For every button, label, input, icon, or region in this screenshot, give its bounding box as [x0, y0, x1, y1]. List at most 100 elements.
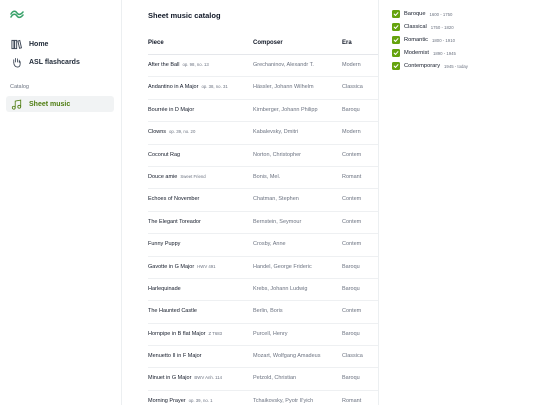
filter-label: Modernist: [404, 50, 429, 56]
piece-title: Hornpipe in B flat Major: [148, 330, 206, 337]
piece-cell: Funny Puppy: [148, 241, 183, 247]
table-row[interactable]: Minuet in G Major BWV Anh. 114 Petzold, Ch…: [148, 368, 378, 391]
hand-icon: [10, 56, 22, 68]
table-row[interactable]: Funny Puppy Crosby, Anne Contem: [148, 234, 378, 257]
column-header-piece[interactable]: Piece: [148, 40, 164, 46]
table-row[interactable]: Harlequinade Krebs, Johann Ludwig Baroqu: [148, 279, 378, 302]
era-filter-baroque[interactable]: Baroque 1600 - 1750: [392, 9, 452, 19]
sidebar-item-sheet-music[interactable]: Sheet music: [6, 96, 114, 112]
checkbox-checked-icon[interactable]: [392, 23, 400, 31]
filter-label: Baroque: [404, 11, 426, 17]
piece-title: The Haunted Castle: [148, 308, 197, 315]
table-body: After the Ball op. 98, no. 13 Grechaninov,…: [148, 55, 378, 405]
era-cell: Contem: [342, 196, 362, 203]
piece-opus: op. 98, no. 13: [182, 62, 209, 67]
table-row[interactable]: Clowns op. 39, no. 20 Kabalevsky, Dmitri Mo…: [148, 122, 378, 145]
filter-label: Classical: [404, 24, 427, 30]
era-cell: Baroqu: [342, 375, 360, 382]
piece-title: Coconut Rag: [148, 151, 181, 158]
column-header-composer[interactable]: Composer: [253, 40, 283, 46]
piece-title: The Elegant Toreador: [148, 218, 201, 225]
piece-cell: After the Ball op. 98, no. 13: [148, 62, 209, 68]
checkbox-checked-icon[interactable]: [392, 36, 400, 44]
composer-cell: Kabalevsky, Dmitri: [253, 129, 299, 136]
composer-cell: Norton, Christopher: [253, 151, 301, 158]
filter-years: 1945 - today: [444, 63, 468, 69]
piece-title: Clowns: [148, 129, 167, 136]
piece-cell: Coconut Rag: [148, 152, 183, 158]
piece-opus: BWV Anh. 114: [194, 375, 223, 381]
era-cell: Classica: [342, 353, 363, 360]
table-row[interactable]: Hornpipe in B flat Major Z T683 Purcell, H…: [148, 324, 378, 347]
piece-title: Menuetto II in F Major: [148, 353, 202, 360]
table-row[interactable]: The Haunted Castle Berlin, Boris Contem: [148, 301, 378, 324]
table-row[interactable]: After the Ball op. 98, no. 13 Grechaninov,…: [148, 55, 378, 78]
table-row[interactable]: Echoes of November Chatman, Stephen Contem: [148, 189, 378, 212]
table-header: Piece Composer Era: [148, 33, 378, 55]
table-row[interactable]: The Elegant Toreador Bernstein, Seymour Co…: [148, 212, 378, 235]
piece-title: After the Ball: [148, 62, 180, 68]
era-cell: Contem: [342, 218, 362, 225]
music-note-icon: [10, 98, 22, 110]
piece-opus: Sweet Friend: [180, 173, 206, 179]
table-row[interactable]: Andantino in A Major op. 38, no. 31 Hässle…: [148, 77, 378, 100]
era-cell: Baroqu: [342, 106, 360, 113]
piece-cell: Hornpipe in B flat Major Z T683: [148, 331, 222, 337]
piece-cell: Morning Prayer op. 39, no. 1: [148, 398, 213, 404]
composer-cell: Bonis, Mel.: [253, 173, 281, 180]
piece-title: Bourrée in D Major: [148, 106, 195, 113]
piece-cell: The Haunted Castle: [148, 308, 200, 314]
filter-years: 1600 - 1750: [429, 11, 453, 17]
piece-title: Gavotte in G Major: [148, 263, 195, 270]
table-row[interactable]: Menuetto II in F Major Mozart, Wolfgang A…: [148, 346, 378, 369]
piece-title: Harlequinade: [148, 285, 181, 292]
piece-cell: Bourrée in D Major: [148, 107, 197, 113]
piece-opus: Z T683: [208, 330, 223, 336]
piece-cell: Harlequinade: [148, 286, 184, 292]
filter-years: 1800 - 1910: [432, 37, 455, 43]
main-content: Sheet music catalog Piece Composer Era A…: [122, 0, 378, 405]
piece-cell: The Elegant Toreador: [148, 219, 204, 225]
checkbox-checked-icon[interactable]: [392, 62, 400, 70]
sidebar-item-asl-flashcards[interactable]: ASL flashcards: [6, 54, 114, 70]
era-filter-romantic[interactable]: Romantic 1800 - 1910: [392, 35, 455, 45]
sidebar-item-label: Home: [29, 40, 49, 48]
era-cell: Modern: [342, 62, 361, 68]
era-cell: Baroqu: [342, 263, 360, 270]
composer-cell: Bernstein, Seymour: [253, 218, 302, 225]
tailwind-wave-logo[interactable]: [10, 9, 24, 19]
era-cell: Classica: [342, 84, 363, 91]
composer-cell: Krebs, Johann Ludwig: [253, 285, 308, 292]
piece-cell: Gavotte in G Major HWV 491: [148, 264, 216, 270]
piece-opus: op. 39, no. 20: [169, 129, 196, 135]
composer-cell: Kirnberger, Johann Philipp: [253, 106, 318, 113]
filter-label: Romantic: [404, 37, 429, 43]
era-cell: Baroqu: [342, 285, 360, 292]
sidebar-item-home[interactable]: Home: [6, 36, 114, 52]
era-filter-classical[interactable]: Classical 1750 - 1820: [392, 22, 454, 32]
table-row[interactable]: Coconut Rag Norton, Christopher Contem: [148, 145, 378, 167]
section-label-catalog: Catalog: [10, 84, 29, 90]
composer-cell: Purcell, Henry: [253, 330, 288, 337]
composer-cell: Hässler, Johann Wilhelm: [253, 84, 314, 91]
era-cell: Modern: [342, 129, 361, 136]
piece-cell: Andantino in A Major op. 38, no. 31: [148, 84, 228, 90]
piece-cell: Echoes of November: [148, 196, 202, 202]
table-row[interactable]: Gavotte in G Major HWV 491 Handel, George …: [148, 257, 378, 279]
era-cell: Contem: [342, 308, 362, 315]
table-row[interactable]: Douce amie Sweet Friend Bonis, Mel. Romant: [148, 167, 378, 190]
table-row[interactable]: Morning Prayer op. 39, no. 1 Tchaikovsky, …: [148, 391, 378, 405]
filter-years: 1750 - 1820: [430, 24, 454, 30]
composer-cell: Chatman, Stephen: [253, 196, 299, 203]
checkbox-checked-icon[interactable]: [392, 10, 400, 18]
table-row[interactable]: Bourrée in D Major Kirnberger, Johann Phi…: [148, 100, 378, 123]
sidebar: Home ASL flashcards Catalog Sheet music: [0, 0, 122, 405]
era-filter-contemporary[interactable]: Contemporary 1945 - today: [392, 61, 468, 71]
era-filter-modernist[interactable]: Modernist 1890 - 1945: [392, 48, 456, 58]
piece-title: Douce amie: [148, 173, 178, 180]
piece-opus: HWV 491: [197, 263, 216, 269]
composer-cell: Handel, George Frideric: [253, 263, 312, 270]
column-header-era[interactable]: Era: [342, 40, 352, 46]
checkbox-checked-icon[interactable]: [392, 49, 400, 57]
composer-cell: Grechaninov, Alexandr T.: [253, 62, 314, 68]
